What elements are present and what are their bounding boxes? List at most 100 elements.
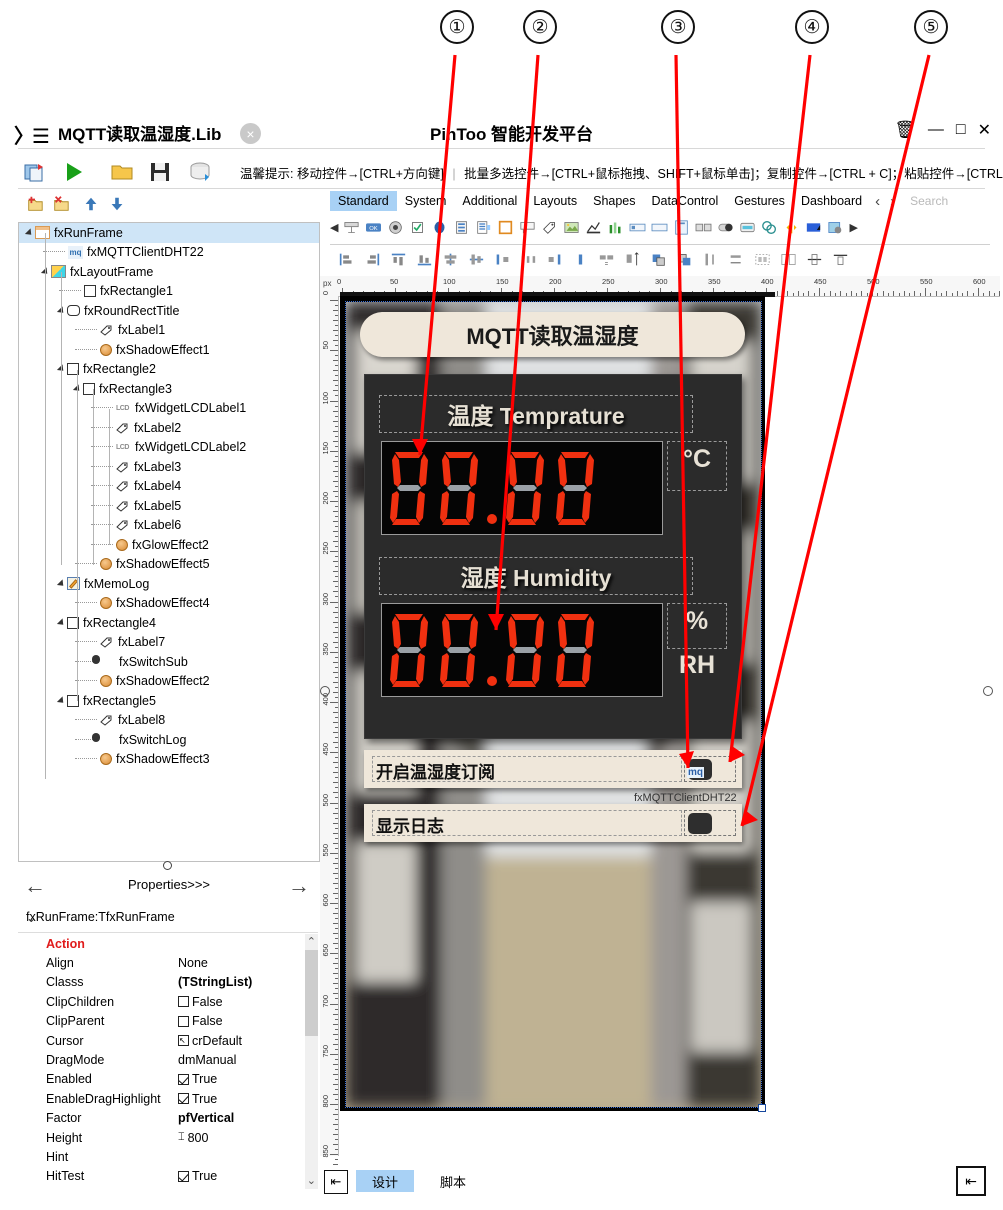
tree-item[interactable]: fxLabel6 bbox=[19, 516, 319, 536]
component-tree[interactable]: fxRunFrame mq fxMQTTClientDHT22 fxLayoutFra… bbox=[18, 222, 320, 862]
property-value-cell[interactable]: False bbox=[178, 1014, 223, 1028]
tradiobutton-icon[interactable] bbox=[387, 220, 404, 235]
timage-icon[interactable] bbox=[563, 220, 580, 235]
property-row[interactable]: ClipParent False bbox=[18, 1012, 318, 1031]
tree-item[interactable]: fxMemoLog bbox=[19, 574, 319, 594]
palette-scroll-left-icon[interactable]: ◀ bbox=[330, 221, 338, 234]
property-value-cell[interactable]: True bbox=[178, 1092, 217, 1106]
checkbox-unchecked[interactable] bbox=[178, 1015, 189, 1027]
properties-prev-button[interactable]: ← bbox=[24, 873, 46, 899]
group-icon[interactable] bbox=[754, 252, 771, 267]
palette-prev-icon[interactable]: ‹ bbox=[870, 193, 885, 210]
tree-item[interactable]: fxRectangle5 bbox=[19, 691, 319, 711]
vertical-ruler-marker[interactable] bbox=[320, 686, 330, 696]
property-value-cell[interactable]: (TStringList) bbox=[178, 975, 252, 989]
palette-tab-shapes[interactable]: Shapes bbox=[585, 191, 643, 211]
tree-item[interactable]: fxRectangle1 bbox=[19, 282, 319, 302]
tlabel-icon[interactable] bbox=[343, 220, 360, 235]
tree-item[interactable]: fxLayoutFrame bbox=[19, 262, 319, 282]
tedit2-icon[interactable] bbox=[651, 220, 668, 235]
palette-search-input[interactable]: Search bbox=[910, 194, 948, 208]
tedit-icon[interactable] bbox=[629, 220, 646, 235]
property-value-cell[interactable]: True bbox=[178, 1169, 217, 1183]
form-title-pill[interactable]: MQTT读取温湿度 bbox=[360, 312, 745, 357]
palette-tab-layouts[interactable]: Layouts bbox=[525, 191, 585, 211]
palette-tabs[interactable]: Standard System Additional Layouts Shapes Dat… bbox=[330, 190, 1000, 212]
tree-item[interactable]: fxRectangle3 bbox=[19, 379, 319, 399]
center-vertical-icon[interactable] bbox=[468, 252, 485, 267]
tlistbox-icon[interactable] bbox=[453, 220, 470, 235]
delete-node-icon[interactable] bbox=[52, 195, 70, 213]
scroll-up-icon[interactable]: ⌃ bbox=[307, 935, 316, 948]
tprogressbar-icon[interactable] bbox=[739, 220, 756, 235]
property-row[interactable]: Cursor ↖ crDefault bbox=[18, 1031, 318, 1050]
size-equal-icon[interactable]: = bbox=[598, 252, 615, 267]
design-canvas[interactable]: MQTT读取温湿度 温度 Temprature °C 湿度 Humidity %… bbox=[340, 296, 766, 1112]
scroll-down-icon[interactable]: ⌄ bbox=[307, 1174, 316, 1187]
property-row[interactable]: DragMode dmManual bbox=[18, 1050, 318, 1069]
tree-item[interactable]: fxLabel3 bbox=[19, 457, 319, 477]
design-form[interactable]: MQTT读取温湿度 温度 Temprature °C 湿度 Humidity %… bbox=[345, 301, 762, 1108]
distribute-h-icon[interactable] bbox=[728, 252, 745, 267]
chevron-down-icon[interactable]: ⌄ bbox=[26, 910, 308, 925]
checkbox-unchecked[interactable] bbox=[178, 996, 189, 1008]
tchart-icon[interactable] bbox=[585, 220, 602, 235]
tree-item[interactable]: fxRectangle2 bbox=[19, 360, 319, 380]
save-icon[interactable] bbox=[148, 160, 172, 184]
property-value-cell[interactable]: None bbox=[178, 956, 208, 970]
tree-item[interactable]: fxRectangle4 bbox=[19, 613, 319, 633]
align-top-icon[interactable] bbox=[390, 252, 407, 267]
tree-item[interactable]: fxLabel7 bbox=[19, 633, 319, 653]
switch-knob[interactable] bbox=[688, 812, 712, 834]
tree-item[interactable]: LCD fxWidgetLCDLabel2 bbox=[19, 438, 319, 458]
tree-item[interactable]: fxShadowEffect1 bbox=[19, 340, 319, 360]
selection-handle[interactable] bbox=[758, 1104, 766, 1112]
palette-tab-standard[interactable]: Standard bbox=[330, 191, 397, 211]
close-document-icon[interactable]: × bbox=[240, 123, 261, 144]
log-switch-row[interactable]: 显示日志 bbox=[364, 804, 742, 842]
palette-tab-additional[interactable]: Additional bbox=[454, 191, 525, 211]
temperature-lcd[interactable] bbox=[381, 441, 663, 535]
send-back-icon[interactable] bbox=[676, 252, 693, 267]
move-down-icon[interactable] bbox=[108, 195, 126, 213]
property-row[interactable]: HitTest True bbox=[18, 1167, 318, 1186]
palette-row-2[interactable]: = bbox=[338, 248, 849, 270]
close-button[interactable]: ✕ bbox=[978, 120, 991, 140]
tshape-group-icon[interactable] bbox=[761, 220, 778, 235]
size-height-icon[interactable] bbox=[624, 251, 641, 267]
scrollbar-thumb[interactable] bbox=[305, 950, 318, 1036]
tree-expander[interactable] bbox=[56, 696, 67, 706]
palette-next-icon[interactable]: › bbox=[885, 193, 900, 210]
property-row[interactable]: Classs (TStringList) bbox=[18, 973, 318, 992]
property-value-cell[interactable]: dmManual bbox=[178, 1053, 236, 1067]
mqtt-component-badge[interactable]: mq bbox=[687, 767, 704, 778]
tmemo-icon[interactable] bbox=[475, 220, 492, 235]
space-right-icon[interactable] bbox=[546, 252, 563, 267]
space-left-icon[interactable] bbox=[494, 252, 511, 267]
properties-object-header[interactable]: fxRunFrame:TfxRunFrame ⌄ bbox=[18, 906, 318, 933]
property-row[interactable]: EnableDragHighlight True bbox=[18, 1089, 318, 1108]
tree-item[interactable]: fxShadowEffect5 bbox=[19, 555, 319, 575]
palette-tab-datacontrol[interactable]: DataControl bbox=[644, 191, 727, 211]
property-row[interactable]: ClipChildren False bbox=[18, 992, 318, 1011]
tree-expander[interactable] bbox=[56, 618, 67, 628]
tspinbox-icon[interactable] bbox=[695, 220, 712, 235]
tree-item[interactable]: fxRoundRectTitle bbox=[19, 301, 319, 321]
tree-item[interactable]: fxShadowEffect3 bbox=[19, 750, 319, 770]
property-row[interactable]: Height ⌶ 800 bbox=[18, 1128, 318, 1147]
property-value-cell[interactable]: ⌶ 800 bbox=[178, 1131, 208, 1145]
align-right-icon[interactable] bbox=[364, 252, 381, 267]
ttrackbar-icon[interactable] bbox=[783, 220, 800, 235]
center-horizontal-icon[interactable] bbox=[442, 252, 459, 267]
properties-table[interactable]: Action Align None Classs (TStringList) ClipCh… bbox=[18, 934, 318, 1189]
align-top-edge-icon[interactable] bbox=[832, 252, 849, 267]
property-value-cell[interactable]: ↖ crDefault bbox=[178, 1034, 242, 1048]
property-row[interactable]: Align None bbox=[18, 953, 318, 972]
meter-panel[interactable]: 温度 Temprature °C 湿度 Humidity % RH bbox=[364, 374, 742, 739]
property-value-cell[interactable]: False bbox=[178, 995, 223, 1009]
align-bottom-icon[interactable] bbox=[416, 252, 433, 267]
humidity-lcd[interactable] bbox=[381, 603, 663, 697]
tab-script[interactable]: 脚本 bbox=[424, 1170, 482, 1192]
property-value-cell[interactable]: True bbox=[178, 1072, 217, 1086]
tcolorbox-icon[interactable] bbox=[805, 220, 822, 235]
